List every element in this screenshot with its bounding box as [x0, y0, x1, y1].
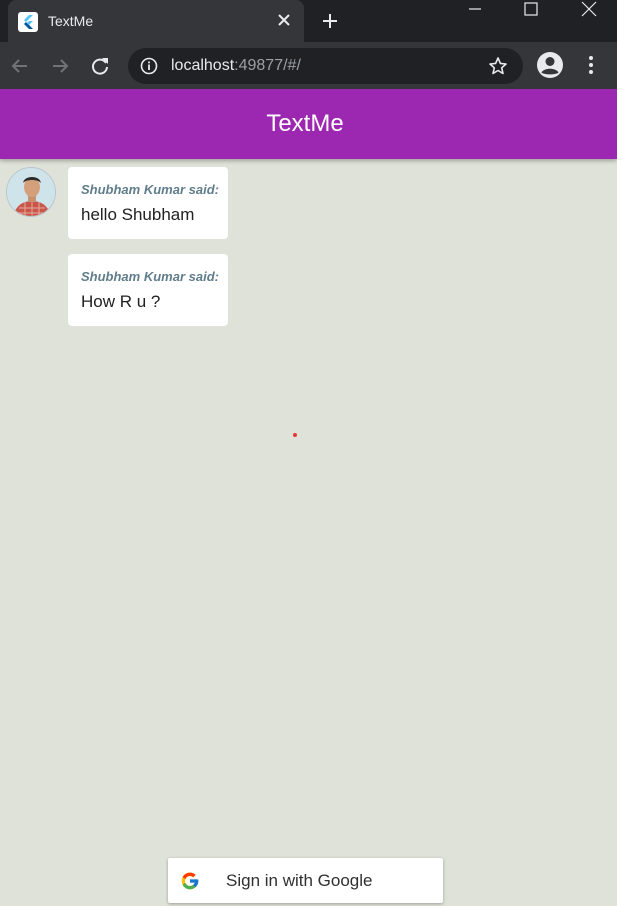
star-icon[interactable] [488, 56, 508, 76]
reload-icon[interactable] [88, 54, 112, 78]
sign-in-label: Sign in with Google [226, 871, 373, 890]
message-bubble: Shubham Kumar said: hello Shubham [68, 167, 228, 239]
arrow-forward-icon[interactable] [48, 54, 72, 78]
address-bar[interactable]: localhost:49877/#/ [128, 48, 523, 84]
url-text[interactable]: localhost:49877/#/ [171, 57, 301, 75]
flutter-logo-icon [18, 12, 38, 32]
close-icon[interactable] [274, 10, 294, 30]
red-dot [293, 433, 297, 437]
url-host: localhost [171, 57, 235, 74]
minimize-icon[interactable] [452, 0, 498, 20]
browser-tab-strip: TextMe [0, 0, 617, 42]
maximize-icon[interactable] [508, 0, 554, 20]
message-bubble: Shubham Kumar said: How R u ? [68, 254, 228, 326]
window-close-icon[interactable] [566, 0, 612, 20]
browser-toolbar: localhost:49877/#/ [0, 42, 617, 89]
more-vert-icon[interactable] [582, 54, 600, 76]
message-text: hello Shubham [81, 205, 195, 224]
info-icon[interactable] [140, 57, 158, 75]
google-g-icon [180, 871, 200, 891]
message-sender: Shubham Kumar said: [81, 269, 219, 284]
url-path: :49877/#/ [234, 57, 301, 74]
account-circle-icon[interactable] [536, 51, 564, 79]
plus-icon[interactable] [320, 11, 340, 31]
app-title: TextMe [266, 110, 344, 137]
arrow-back-icon[interactable] [8, 54, 32, 78]
message-text: How R u ? [81, 292, 161, 311]
browser-tab[interactable]: TextMe [8, 0, 304, 42]
tab-title: TextMe [48, 13, 94, 29]
avatar[interactable] [6, 167, 56, 217]
message-sender: Shubham Kumar said: [81, 182, 219, 197]
sign-in-with-google-button[interactable]: Sign in with Google [168, 858, 443, 903]
app-bar: TextMe [0, 89, 617, 159]
